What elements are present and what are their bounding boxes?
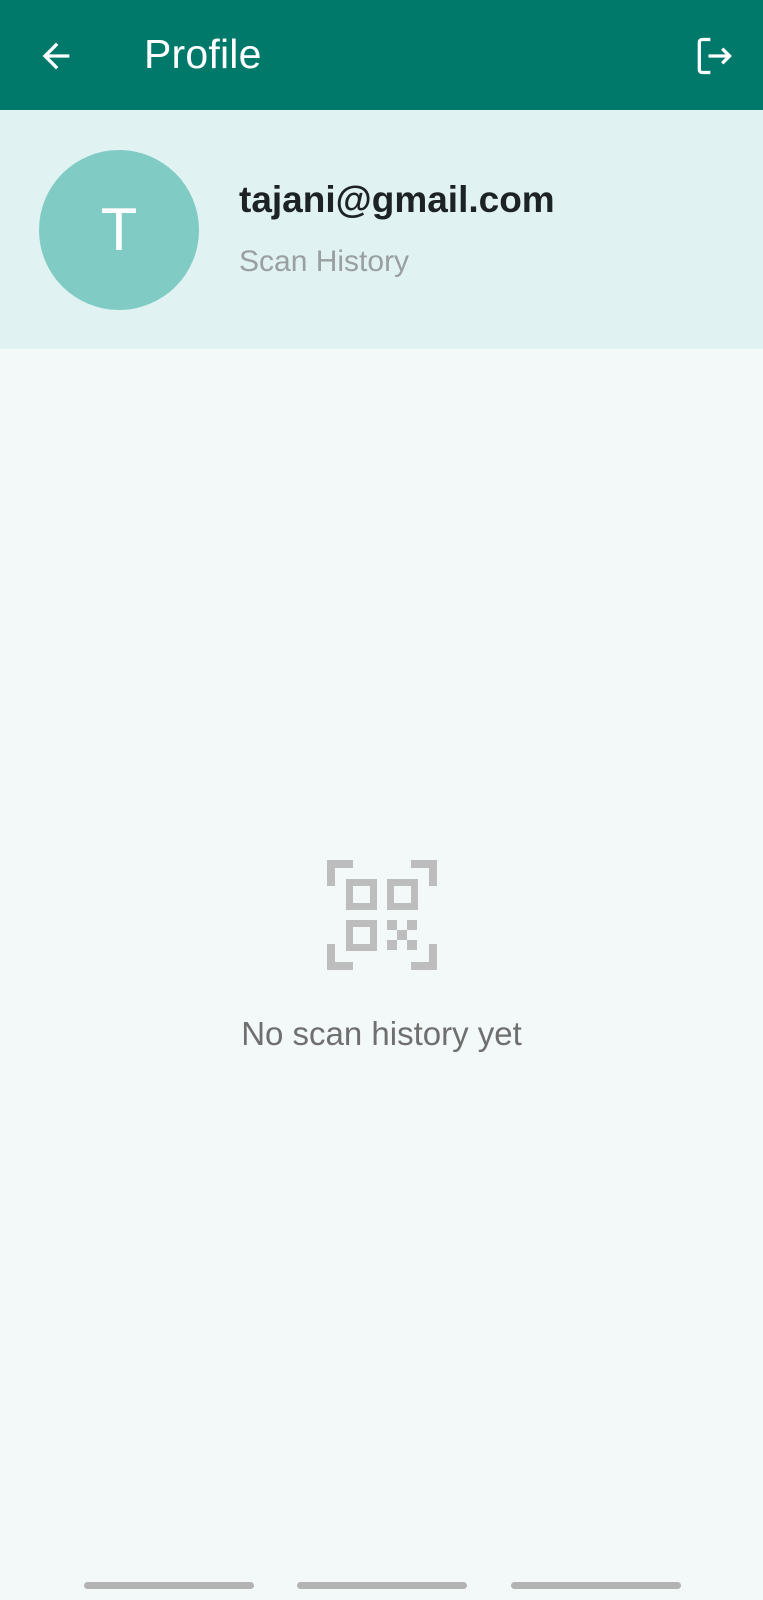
app-bar: Profile [0,0,763,110]
logout-button[interactable] [684,26,744,86]
avatar-initial: T [100,196,138,263]
user-email: tajani@gmail.com [239,179,555,220]
empty-state: No scan history yet [0,860,763,1054]
nav-indicator-1[interactable] [84,1582,254,1589]
profile-header: T tajani@gmail.com Scan History [0,110,763,349]
avatar: T [39,150,199,310]
back-button[interactable] [26,26,86,86]
empty-state-message: No scan history yet [241,1015,522,1052]
qr-code-scanner-icon [326,860,437,970]
bottom-navigation-indicators [0,1582,763,1590]
logout-icon [697,37,732,75]
nav-indicator-2[interactable] [297,1582,467,1589]
page-title: Profile [144,31,262,77]
arrow-left-icon [42,42,70,70]
section-label: Scan History [239,245,410,278]
nav-indicator-3[interactable] [511,1582,681,1589]
